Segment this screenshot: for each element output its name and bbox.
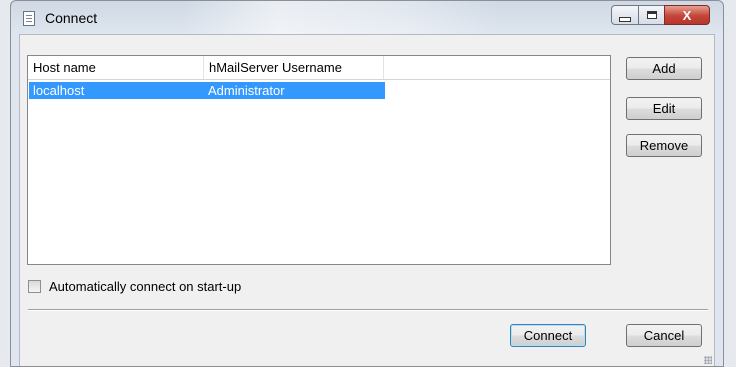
host-name-cell: localhost xyxy=(33,83,85,98)
list-row[interactable]: localhost Administrator xyxy=(29,82,385,99)
username-cell: Administrator xyxy=(208,83,285,98)
column-header-host-name[interactable]: Host name xyxy=(28,56,204,79)
cancel-button[interactable]: Cancel xyxy=(626,324,702,347)
list-header: Host name hMailServer Username xyxy=(28,56,610,80)
connect-dialog: Connect X Host name hMailServer Username… xyxy=(10,0,724,367)
auto-connect-checkbox[interactable] xyxy=(28,280,41,293)
minimize-button[interactable] xyxy=(611,5,639,25)
server-list[interactable]: Host name hMailServer Username localhost… xyxy=(27,55,611,265)
minimize-icon xyxy=(619,16,631,22)
auto-connect-label: Automatically connect on start-up xyxy=(49,279,242,294)
connect-button[interactable]: Connect xyxy=(510,324,586,347)
close-icon: X xyxy=(682,7,692,23)
add-button[interactable]: Add xyxy=(626,57,702,80)
dialog-body: Host name hMailServer Username localhost… xyxy=(19,34,715,366)
resize-grip[interactable] xyxy=(704,356,712,364)
auto-connect-option[interactable]: Automatically connect on start-up xyxy=(28,279,241,294)
maximize-button[interactable] xyxy=(638,5,665,25)
remove-button[interactable]: Remove xyxy=(626,134,702,157)
separator xyxy=(28,309,708,311)
maximize-icon xyxy=(646,11,657,19)
window-title: Connect xyxy=(45,10,98,26)
title-glass-highlight xyxy=(181,1,501,34)
title-bar[interactable]: Connect X xyxy=(11,1,723,34)
close-button[interactable]: X xyxy=(664,5,710,25)
document-icon xyxy=(23,11,35,26)
column-header-username[interactable]: hMailServer Username xyxy=(204,56,384,79)
edit-button[interactable]: Edit xyxy=(626,97,702,120)
